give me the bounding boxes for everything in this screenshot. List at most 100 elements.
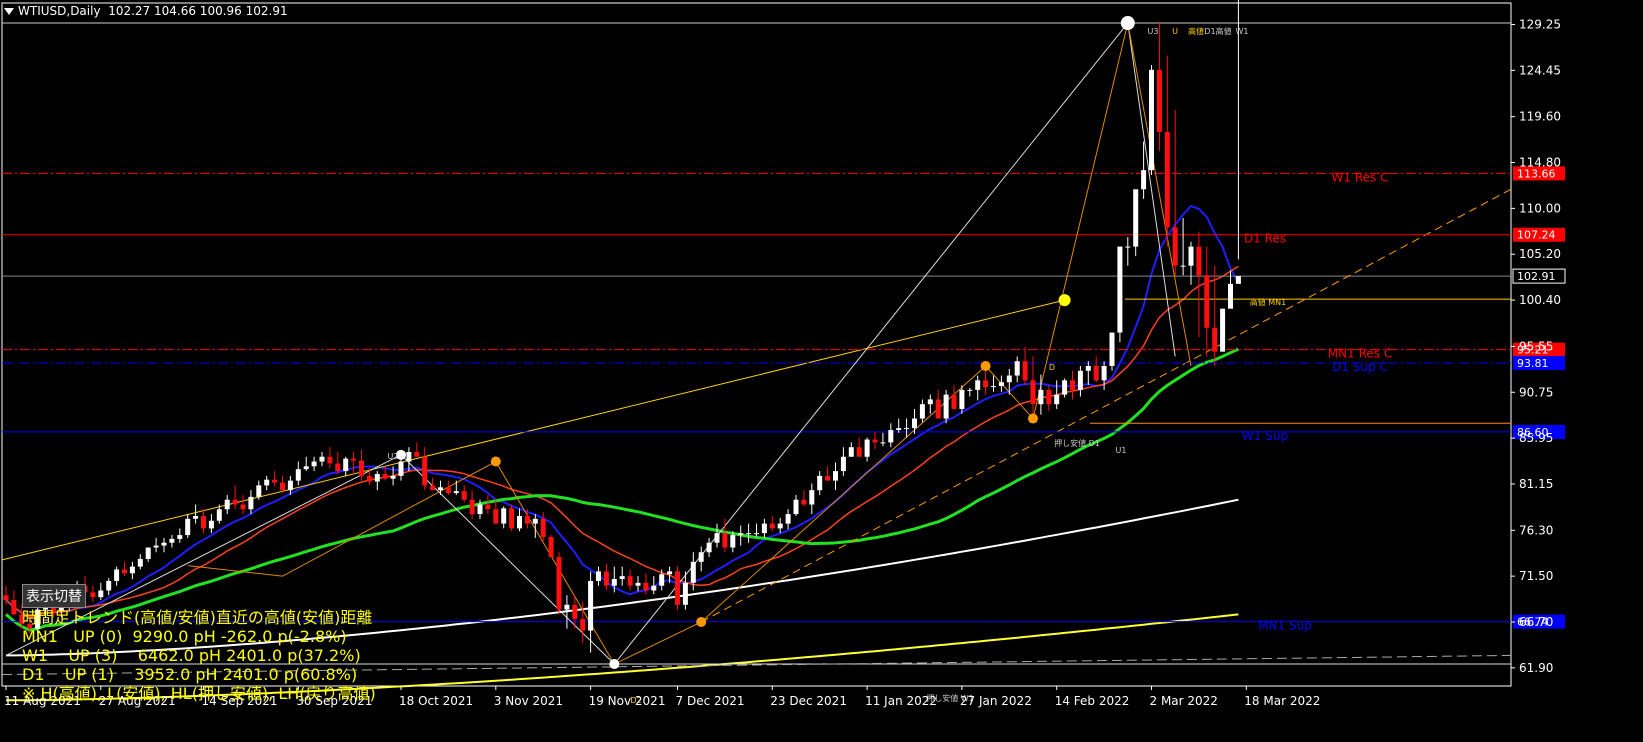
time-tick-label: 23 Dec 2021 [770, 694, 847, 708]
candle-body [667, 571, 673, 575]
candle-body [366, 475, 372, 482]
candle-body [754, 533, 759, 535]
candle-body [1117, 246, 1123, 333]
candle-body [137, 558, 143, 567]
chart-annotation: U [1172, 27, 1178, 36]
candle-body [991, 386, 996, 388]
candle-body [256, 485, 262, 497]
candle-body [406, 451, 412, 462]
candle-body [532, 518, 538, 524]
candle-body [453, 491, 459, 494]
candle-body [1085, 365, 1091, 371]
candle-body [517, 515, 522, 529]
candle-body [248, 496, 254, 510]
candle-body [588, 580, 594, 631]
price-tick-label: 95.55 [1519, 339, 1553, 353]
time-tick-label: 7 Dec 2021 [676, 694, 745, 708]
level-price-tag-text: 107.24 [1517, 229, 1556, 242]
price-tick-label: 81.15 [1519, 477, 1553, 491]
candle-body [935, 399, 941, 419]
candle-body [635, 582, 641, 586]
candle-body [1196, 246, 1202, 276]
candle-body [485, 504, 491, 510]
candle-body [1022, 361, 1028, 381]
level-label: D1 Res [1244, 232, 1286, 246]
candle-body [540, 518, 546, 537]
candle-body [1141, 170, 1147, 190]
candle-body [1077, 370, 1083, 390]
chart-header: WTIUSD,Daily 102.27 104.66 100.96 102.91 [4, 4, 288, 18]
candle-body [919, 404, 925, 419]
candle-body [524, 515, 530, 524]
trend-channel-dashed [700, 188, 1512, 623]
candle-body [825, 475, 831, 481]
time-tick-label: 2 Mar 2022 [1150, 694, 1218, 708]
swing-marker [1028, 413, 1038, 424]
candle-body [1180, 265, 1186, 267]
candle-body [611, 579, 617, 586]
candle-body [493, 509, 499, 524]
candle-body [682, 582, 688, 605]
candle-body [311, 461, 317, 467]
time-tick-label: 11 Jan 2022 [865, 694, 937, 708]
ohlc-readout: 102.27 104.66 100.96 102.91 [108, 4, 288, 18]
candle-body [848, 447, 854, 457]
candle-body [1133, 189, 1139, 247]
candle-body [145, 547, 151, 559]
candle-body [177, 535, 183, 539]
chart-annotation: D1高値 [1204, 26, 1231, 36]
swing-marker [696, 616, 707, 627]
candle-body [951, 394, 957, 409]
candle-body [335, 463, 341, 472]
candle-body [912, 418, 917, 429]
candle-body [698, 552, 704, 562]
candle-body [888, 429, 894, 443]
candle-body [959, 389, 965, 409]
candle-body [833, 471, 838, 481]
candle-body [809, 490, 815, 505]
candle-body [438, 487, 443, 491]
candle-body [785, 514, 791, 524]
panel-row-mn1: MN1 UP (0) 9290.0 pH -262.0 p(-2.8%) [22, 627, 347, 646]
price-tick-label: 129.25 [1519, 17, 1561, 31]
time-tick-label: 18 Oct 2021 [399, 694, 473, 708]
candle-body [169, 538, 175, 543]
price-tick-label: 76.30 [1519, 523, 1553, 537]
candle-body [738, 533, 744, 536]
display-toggle-button[interactable]: 表示切替 [22, 584, 86, 608]
candle-body [643, 582, 649, 591]
symbol-timeframe: WTIUSD,Daily [18, 4, 101, 18]
candle-body [224, 499, 230, 510]
candle-body [714, 533, 720, 543]
candle-body [327, 456, 333, 464]
candle-body [730, 535, 736, 548]
candle-body [801, 499, 807, 505]
candle-body [445, 487, 451, 494]
candle-body [1038, 389, 1044, 405]
time-tick-label: 14 Feb 2022 [1055, 694, 1130, 708]
candle-body [1030, 380, 1036, 405]
candle-body [129, 566, 135, 574]
price-tick-label: 90.75 [1519, 385, 1553, 399]
candle-body [864, 439, 870, 457]
level-label: W1 Res C [1332, 170, 1389, 184]
candle-body [122, 569, 127, 574]
candle-body [856, 447, 862, 457]
price-tick-label: 105.20 [1519, 247, 1561, 261]
price-axis: 113.66107.2495.2193.8186.6066.74129.2512… [1511, 17, 1566, 675]
candle-body [1014, 361, 1020, 376]
candle-body [572, 604, 578, 620]
candle-body [1172, 227, 1178, 266]
swing-marker [1058, 294, 1071, 307]
dropdown-icon[interactable] [4, 8, 14, 15]
candle-body [983, 380, 989, 388]
candle-body [295, 469, 301, 481]
candle-body [1101, 365, 1107, 381]
chart-annotation: U1 [1116, 446, 1127, 455]
chart-annotation: 高値 MN1 [1250, 297, 1287, 307]
panel-row-w1: W1 UP (3) 6462.0 pH 2401.0 p(37.2%) [22, 646, 361, 665]
candle-body [1156, 69, 1162, 132]
candle-body [264, 479, 270, 486]
swing-marker [1120, 16, 1135, 31]
candle-body [461, 491, 467, 500]
